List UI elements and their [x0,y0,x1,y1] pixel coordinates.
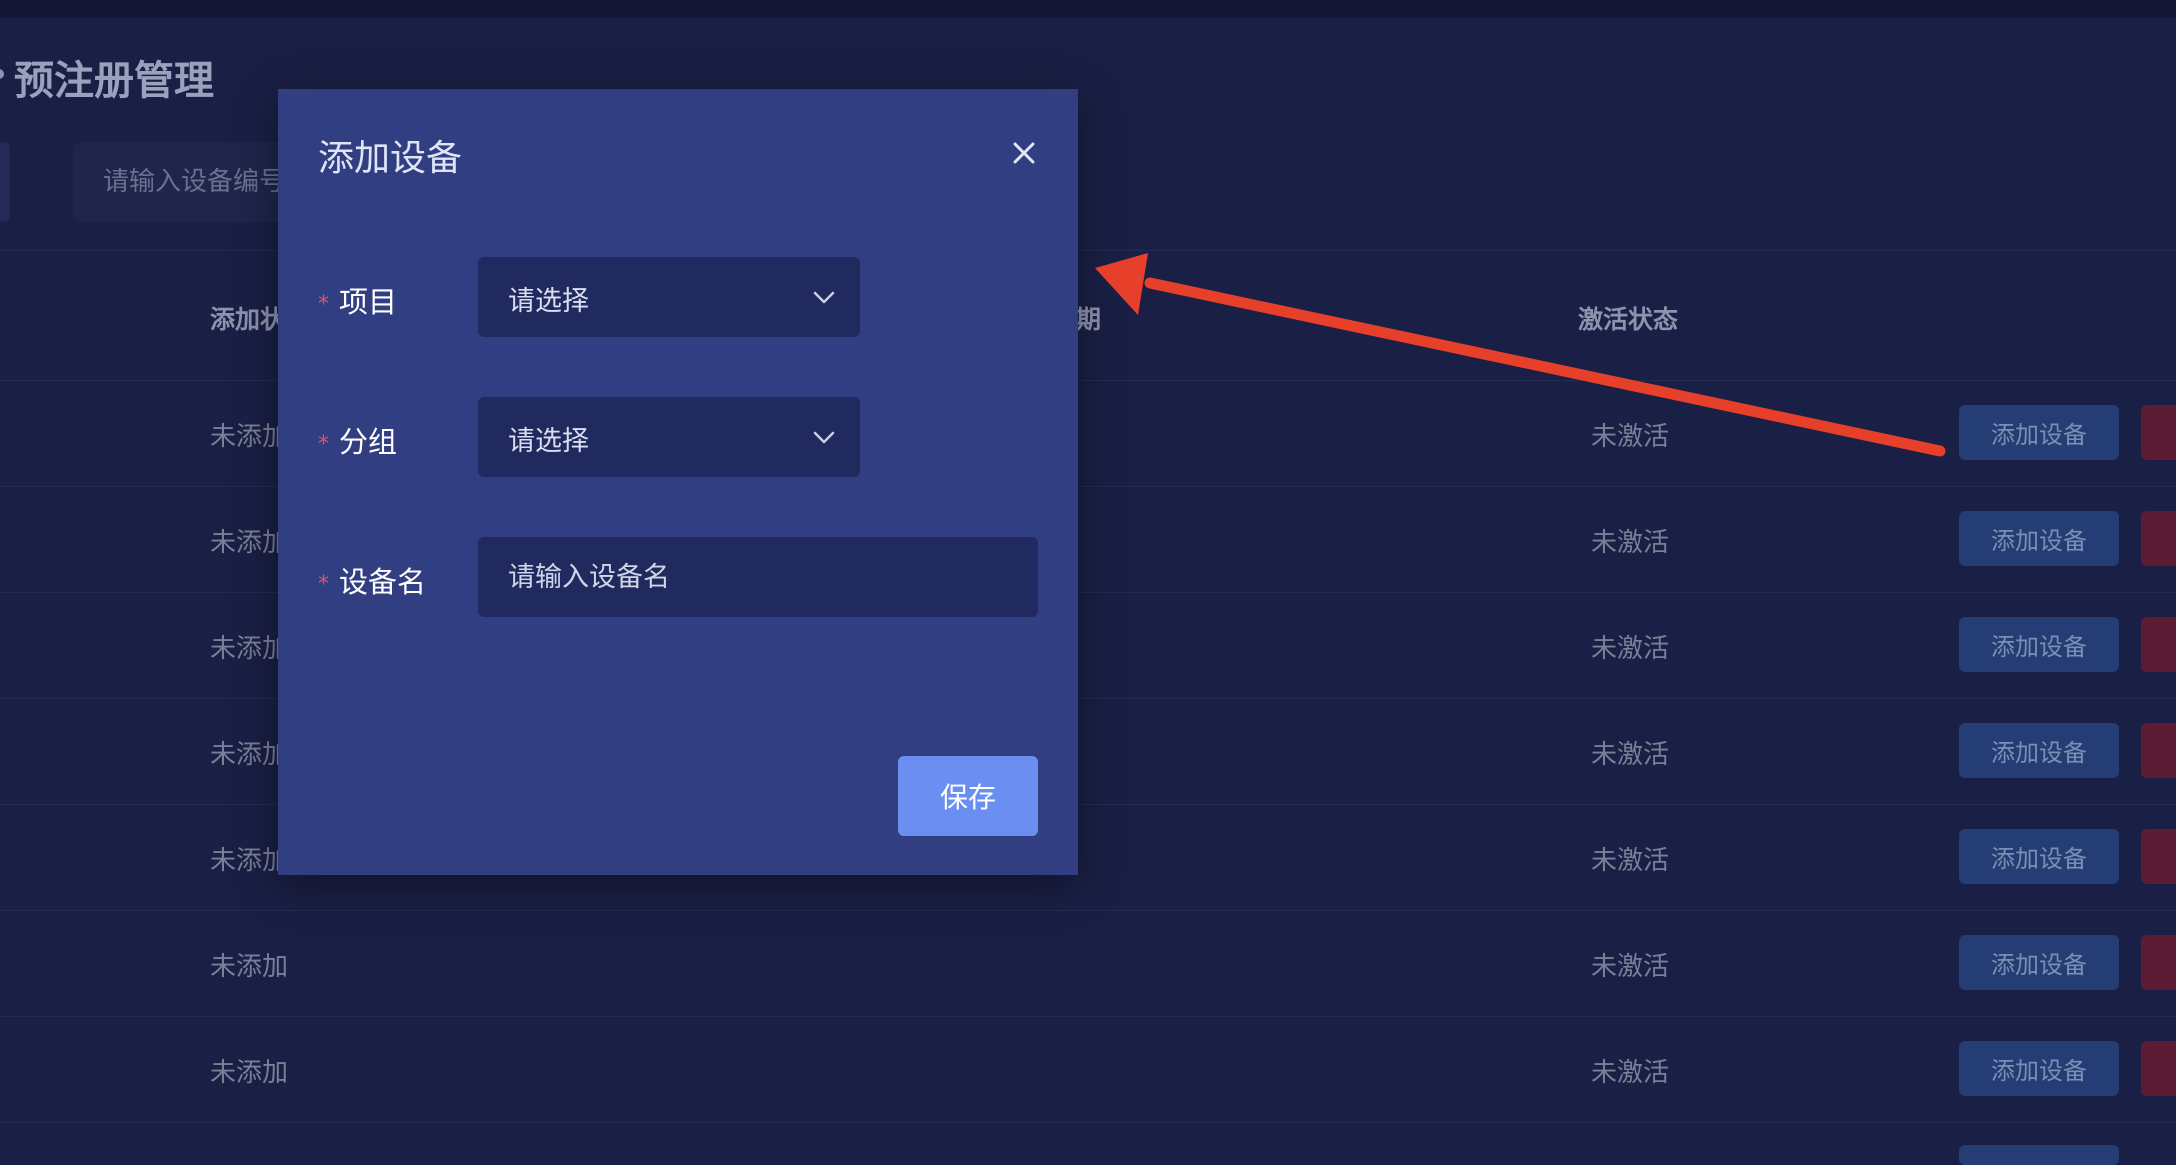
add-status-cell: 未添加 [210,740,289,770]
add-device-button[interactable]: 添加设备 [1959,511,2119,566]
project-select[interactable]: 请选择 [478,257,860,337]
add-device-dialog: 添加设备 *项目 请选择 *分组 请选择 *设备名 保存 [278,89,1078,875]
divider [0,910,2176,911]
activation-status-cell: 未激活 [1591,740,1670,770]
activation-status-cell: 未激活 [1591,422,1670,452]
device-name-input[interactable] [478,537,1038,617]
add-device-button[interactable]: 添加设备 [1959,617,2119,672]
add-status-cell: 未添加 [210,952,289,982]
required-mark: * [318,291,329,317]
divider [0,1016,2176,1017]
group-label: * 分组 [318,425,398,459]
delete-button[interactable] [2141,723,2176,778]
chevron-down-icon [813,431,835,444]
add-status-cell: 未添加 [210,528,289,558]
chevron-down-icon [813,291,835,304]
project-select-value: 请选择 [508,286,589,317]
dialog-title: 添加设备 [318,138,463,179]
add-device-button[interactable]: 添加设备 [1959,1041,2119,1096]
close-icon[interactable] [1006,135,1042,171]
add-status-cell: 未添加 [210,1058,289,1088]
add-status-cell: 未添加 [210,846,289,876]
add-device-button[interactable]: 添加设备 [1959,405,2119,460]
filter-select[interactable] [0,142,10,222]
activation-status-cell: 未激活 [1591,952,1670,982]
device-name-label: * 设备名 [318,565,427,599]
required-mark: * [318,571,329,597]
activation-status-cell: 未激活 [1591,1058,1670,1088]
page-title: 预注册管理 [14,58,214,104]
delete-button[interactable] [2141,935,2176,990]
add-status-cell: 未添加 [210,422,289,452]
project-label: * 项目 [318,285,398,319]
delete-button[interactable] [2141,1041,2176,1096]
group-select[interactable]: 请选择 [478,397,860,477]
delete-button[interactable] [2141,829,2176,884]
delete-button[interactable] [2141,511,2176,566]
divider [0,1122,2176,1123]
group-select-value: 请选择 [508,426,589,457]
title-bullet [0,69,4,79]
add-device-button[interactable] [1959,1145,2119,1165]
delete-button[interactable] [2141,617,2176,672]
add-device-button[interactable]: 添加设备 [1959,829,2119,884]
add-device-button[interactable]: 添加设备 [1959,723,2119,778]
header-activation-status: 激活状态 [1578,305,1679,334]
activation-status-cell: 未激活 [1591,528,1670,558]
add-status-cell: 未添加 [210,634,289,664]
add-device-button[interactable]: 添加设备 [1959,935,2119,990]
activation-status-cell: 未激活 [1591,846,1670,876]
save-button[interactable]: 保存 [898,756,1038,836]
activation-status-cell: 未激活 [1591,634,1670,664]
delete-button[interactable] [2141,405,2176,460]
required-mark: * [318,431,329,457]
top-bar [0,0,2176,18]
